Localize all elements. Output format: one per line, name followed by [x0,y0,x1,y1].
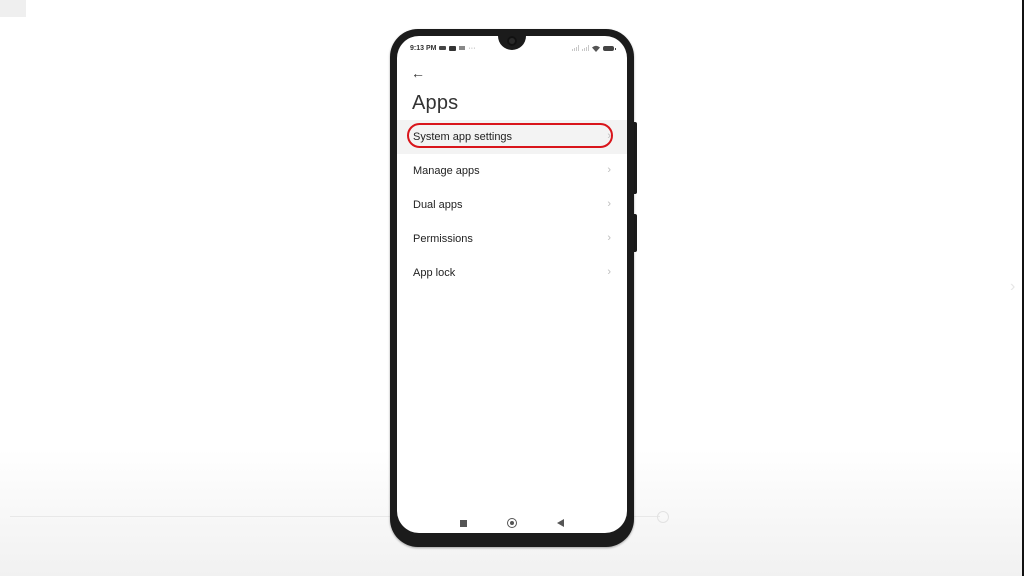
wifi-icon [592,45,600,52]
battery-icon [603,45,616,51]
chevron-right-icon: › [607,198,611,210]
signal-icon [572,45,579,51]
home-icon[interactable] [507,518,517,528]
phone-frame: 9:13 PM ··· ← Apps System app settings › [390,29,634,547]
chevron-right-icon: › [607,130,611,142]
video-camera-icon [439,46,447,50]
mail-icon [459,46,466,50]
chevron-right-icon: › [607,266,611,278]
menu-item-permissions[interactable]: Permissions › [397,222,627,256]
signal-icon [582,45,589,51]
menu-item-dual-apps[interactable]: Dual apps › [397,188,627,222]
menu-item-system-app-settings[interactable]: System app settings › [397,120,627,154]
chevron-right-icon: › [607,232,611,244]
chevron-right-icon: › [607,164,611,176]
phone-screen: 9:13 PM ··· ← Apps System app settings › [397,36,627,533]
menu-item-label: System app settings [413,131,513,143]
settings-menu: System app settings › Manage apps › Dual… [397,120,627,290]
nav-back-icon[interactable] [557,519,564,527]
menu-item-manage-apps[interactable]: Manage apps › [397,154,627,188]
menu-item-label: App lock [413,267,456,279]
youtube-icon [449,45,457,51]
more-notifications-icon: ··· [468,44,476,52]
corner-block [0,0,26,17]
page-title: Apps [412,92,459,114]
back-arrow-icon[interactable]: ← [411,66,427,80]
status-time: 9:13 PM [410,44,437,52]
menu-item-label: Manage apps [413,165,480,177]
next-chevron-icon[interactable]: › [1010,278,1015,296]
status-bar: 9:13 PM ··· [410,42,616,54]
navigation-bar [397,512,627,533]
recent-apps-icon[interactable] [460,519,467,527]
background-progress-handle [657,511,669,523]
menu-item-label: Dual apps [413,199,463,211]
menu-item-app-lock[interactable]: App lock › [397,256,627,290]
menu-item-label: Permissions [413,233,473,245]
